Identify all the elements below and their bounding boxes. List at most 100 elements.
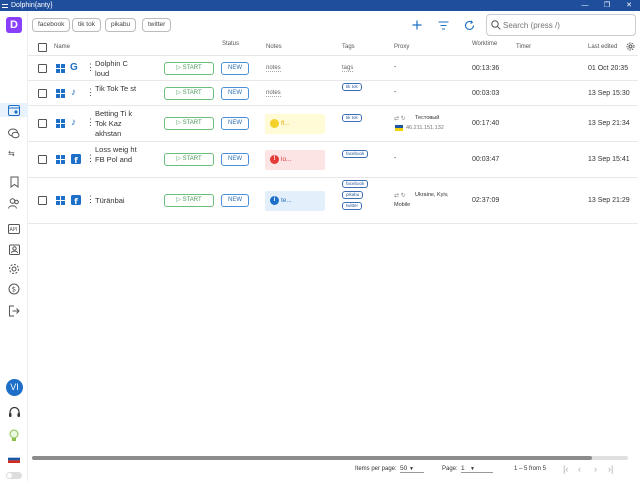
scrollbar-thumb[interactable] — [32, 456, 592, 460]
profile-name[interactable]: Türänbai — [95, 196, 143, 206]
theme-toggle[interactable] — [6, 472, 22, 479]
prev-page-icon[interactable]: ‹ — [578, 464, 581, 474]
table-row[interactable]: f ⋮ Loss weig ht FB Pol and ▷ START NEW … — [28, 142, 638, 178]
refresh-button[interactable] — [461, 17, 477, 33]
language-button[interactable] — [7, 452, 21, 466]
more-menu-icon[interactable]: ⋮ — [86, 62, 95, 73]
profile-name[interactable]: Betting Ti k Tok Kaz akhstan — [95, 109, 143, 139]
filter-button[interactable] — [435, 17, 451, 33]
proxy-name[interactable]: Ukraine, Kyiv, — [415, 192, 449, 198]
api-icon: API — [8, 224, 20, 234]
start-button[interactable]: ▷ START — [164, 117, 214, 130]
tags-field[interactable]: tags — [342, 65, 354, 72]
note-field[interactable]: fl... — [265, 114, 325, 134]
start-button[interactable]: ▷ START — [164, 87, 214, 100]
sidebar-item-swap[interactable]: ⇆ — [7, 146, 21, 160]
svg-text:$: $ — [12, 286, 16, 294]
sidebar-item-profile-card[interactable] — [7, 242, 21, 256]
windows-icon — [56, 155, 65, 164]
last-edited-value: 13 Sep 15:41 — [588, 156, 630, 163]
note-field[interactable]: notes — [266, 90, 281, 97]
column-proxy[interactable]: Proxy — [394, 44, 409, 50]
proxy-value[interactable]: - — [394, 155, 396, 162]
status-badge[interactable]: NEW — [221, 117, 249, 130]
proxy-name[interactable]: Тестовый — [415, 115, 439, 121]
column-timer[interactable]: Timer — [516, 44, 531, 50]
start-button[interactable]: ▷ START — [164, 153, 214, 166]
filter-tag-pikabu[interactable]: pikabu — [105, 18, 137, 32]
note-field[interactable]: notes — [266, 65, 281, 72]
row-checkbox[interactable] — [38, 196, 47, 205]
windows-icon — [56, 89, 65, 98]
app-logo[interactable]: D — [6, 17, 22, 33]
search-input[interactable] — [503, 19, 628, 32]
more-menu-icon[interactable]: ⋮ — [86, 117, 95, 128]
start-button[interactable]: ▷ START — [164, 194, 214, 207]
sidebar-item-team[interactable] — [7, 196, 21, 210]
tag-chip[interactable]: facebook — [342, 180, 369, 188]
row-checkbox[interactable] — [38, 119, 47, 128]
more-menu-icon[interactable]: ⋮ — [86, 194, 95, 205]
column-last-edited[interactable]: Last edited — [588, 44, 617, 50]
note-field[interactable]: ! lo... — [265, 150, 325, 170]
filter-tag-facebook[interactable]: facebook — [32, 18, 71, 32]
more-menu-icon[interactable]: ⋮ — [86, 87, 95, 98]
sidebar-item-profiles[interactable] — [0, 103, 28, 117]
user-avatar[interactable]: VI — [6, 379, 23, 396]
items-per-page-select[interactable]: 50 ▼ — [400, 465, 424, 473]
column-worktime[interactable]: Worktime — [472, 41, 497, 47]
last-edited-value: 13 Sep 15:30 — [588, 90, 630, 97]
proxy-value[interactable]: - — [394, 89, 396, 96]
last-page-icon[interactable]: ›| — [608, 464, 613, 474]
support-button[interactable] — [7, 405, 21, 419]
table-row[interactable]: ♪ ⋮ Tik Tok Te st ▷ START NEW notes tik … — [28, 81, 638, 106]
more-menu-icon[interactable]: ⋮ — [86, 153, 95, 164]
status-badge[interactable]: NEW — [221, 194, 249, 207]
status-badge[interactable]: NEW — [221, 153, 249, 166]
sidebar-item-logout[interactable] — [7, 304, 21, 318]
column-name[interactable]: Name — [54, 44, 70, 50]
profile-name[interactable]: Dolphin C loud — [95, 59, 143, 79]
page-select[interactable]: 1 ▼ — [461, 465, 493, 473]
note-field[interactable]: i te... — [265, 191, 325, 211]
column-status[interactable]: Status — [222, 41, 239, 47]
row-checkbox[interactable] — [38, 64, 47, 73]
first-page-icon[interactable]: |‹ — [563, 464, 568, 474]
profile-name[interactable]: Tik Tok Te st — [95, 84, 143, 94]
column-tags[interactable]: Tags — [342, 44, 355, 50]
sidebar-item-chat[interactable] — [7, 126, 21, 140]
table-row[interactable]: G ⋮ Dolphin C loud ▷ START NEW notes tag… — [28, 56, 638, 81]
select-all-checkbox[interactable] — [38, 43, 47, 52]
tag-chip[interactable]: twitter — [342, 202, 363, 210]
headset-icon — [8, 406, 20, 417]
filter-tag-tiktok[interactable]: tik tok — [72, 18, 101, 32]
sidebar-item-api[interactable]: API — [7, 222, 21, 236]
proxy-value[interactable]: - — [394, 64, 396, 71]
status-badge[interactable]: NEW — [221, 62, 249, 75]
toolbar: facebook tik tok pikabu twitter — [28, 11, 640, 39]
filter-tag-twitter[interactable]: twitter — [142, 18, 172, 32]
tag-chip[interactable]: facebook — [342, 150, 369, 158]
close-button[interactable]: ✕ — [618, 0, 640, 11]
status-badge[interactable]: NEW — [221, 87, 249, 100]
table-row[interactable]: f ⋮ Türänbai ▷ START NEW i te... faceboo… — [28, 178, 638, 224]
row-checkbox[interactable] — [38, 89, 47, 98]
window-title-bar: Dolphin{anty} — ❐ ✕ — [0, 0, 640, 11]
tag-chip[interactable]: tik tok — [342, 83, 362, 91]
tips-button[interactable] — [7, 428, 21, 442]
row-checkbox[interactable] — [38, 155, 47, 164]
next-page-icon[interactable]: › — [594, 464, 597, 474]
sidebar-item-bookmarks[interactable] — [7, 175, 21, 189]
minimize-button[interactable]: — — [574, 0, 596, 11]
maximize-button[interactable]: ❐ — [596, 0, 618, 11]
tag-chip[interactable]: pikabu — [342, 191, 364, 199]
add-profile-button[interactable] — [409, 17, 425, 33]
settings-icon[interactable] — [626, 42, 635, 51]
table-row[interactable]: ♪ ⋮ Betting Ti k Tok Kaz akhstan ▷ START… — [28, 106, 638, 142]
start-button[interactable]: ▷ START — [164, 62, 214, 75]
tag-chip[interactable]: tik tok — [342, 114, 362, 122]
sidebar-item-settings[interactable] — [7, 262, 21, 276]
column-notes[interactable]: Notes — [266, 44, 282, 50]
sidebar-item-billing[interactable]: $ — [7, 282, 21, 296]
profile-name[interactable]: Loss weig ht FB Pol and — [95, 145, 143, 165]
